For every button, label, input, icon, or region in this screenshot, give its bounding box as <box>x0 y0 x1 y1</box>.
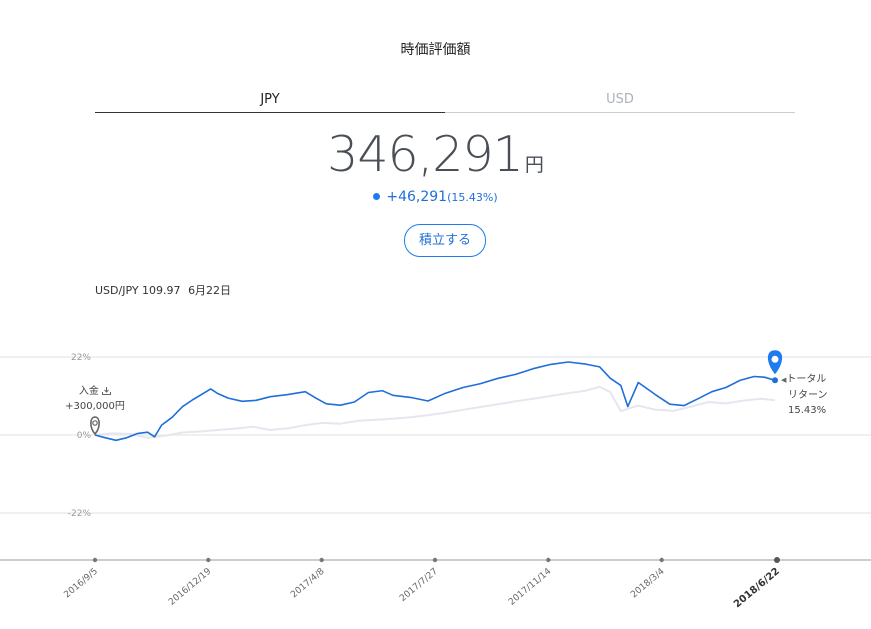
x-tick-dot <box>774 557 780 563</box>
x-tick-label: 2017/11/14 <box>507 566 553 607</box>
x-tick-dot <box>432 557 438 563</box>
y-tick-label: 0% <box>77 431 92 441</box>
deposit-amount: +300,000円 <box>65 401 125 412</box>
end-point-dot <box>772 377 778 384</box>
current-pin-hole <box>771 355 779 363</box>
x-tick-label: 2016/12/19 <box>167 566 213 607</box>
x-tick-label: 2016/9/5 <box>63 567 100 601</box>
deposit-label: 入金 <box>78 386 99 397</box>
return-line <box>94 361 776 442</box>
x-tick-label: 2017/4/8 <box>289 566 327 600</box>
y-tick-label: 22% <box>71 353 91 363</box>
x-tick-dot <box>319 557 324 563</box>
y-tick-label: -22% <box>68 509 92 519</box>
x-tick-label: 2018/3/4 <box>629 566 667 600</box>
total-return-annotation: ◀トータル リターン 15.43% <box>781 372 841 418</box>
x-tick-label: 2018/6/22 <box>732 566 782 610</box>
x-tick-dot <box>206 557 211 563</box>
x-tick-dot <box>92 557 98 563</box>
deposit-icon <box>102 387 112 395</box>
x-tick-dot <box>546 557 551 563</box>
x-tick-dot <box>659 557 664 563</box>
performance-chart: 22% 0% -22% 2016/9/5 2016/12/19 2017/4/8 2017… <box>0 350 871 610</box>
benchmark-line <box>94 385 776 439</box>
deposit-pin-hole <box>92 420 98 426</box>
total-return-line2: リターン <box>788 390 828 401</box>
total-return-line1: トータル <box>786 374 827 385</box>
deposit-annotation: 入金 +300,000円 <box>62 384 128 414</box>
total-return-value: 15.43% <box>788 405 827 416</box>
x-tick-label: 2017/7/27 <box>398 567 440 604</box>
